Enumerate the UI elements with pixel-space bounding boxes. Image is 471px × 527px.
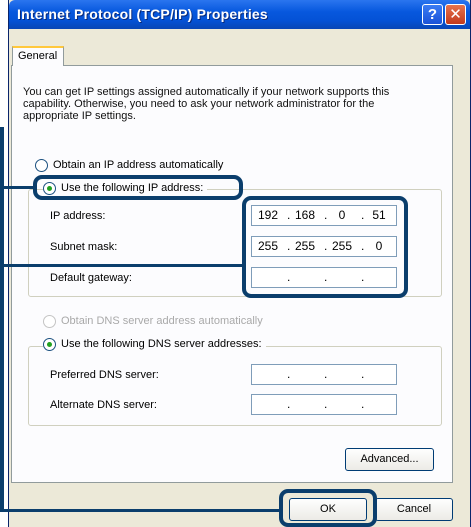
subnet-mask-input[interactable]: 255 . 255 . 255 . 0 xyxy=(251,236,397,257)
help-icon: ? xyxy=(427,6,438,23)
close-button[interactable]: ✕ xyxy=(445,4,466,25)
radio-checked-icon[interactable] xyxy=(43,337,56,351)
ip-address-input[interactable]: 192 . 168 . 0 . 51 xyxy=(251,205,397,226)
callout-line-ok xyxy=(0,509,279,512)
radio-label: Obtain an IP address automatically xyxy=(53,159,224,171)
default-gateway-input[interactable]: . . . xyxy=(251,267,397,288)
help-button[interactable]: ? xyxy=(422,4,443,25)
radio-label: Obtain DNS server address automatically xyxy=(61,315,263,327)
octet: 255 xyxy=(331,239,353,253)
radio-icon[interactable] xyxy=(35,158,48,172)
radio-obtain-ip-auto[interactable]: Obtain an IP address automatically xyxy=(35,157,223,173)
alternate-dns-label: Alternate DNS server: xyxy=(50,399,157,411)
radio-label: Use the following IP address: xyxy=(61,182,204,194)
octet: 0 xyxy=(375,239,383,253)
octet: 168 xyxy=(294,208,316,222)
default-gateway-label: Default gateway: xyxy=(50,272,132,284)
radio-disabled-icon[interactable] xyxy=(43,314,56,328)
octet: 255 xyxy=(257,239,279,253)
radio-checked-icon[interactable] xyxy=(43,181,56,195)
cancel-button[interactable]: Cancel xyxy=(375,498,453,521)
title-bar[interactable]: Internet Protocol (TCP/IP) Properties ? … xyxy=(9,0,470,29)
window-title: Internet Protocol (TCP/IP) Properties xyxy=(17,6,268,22)
alternate-dns-input[interactable]: . . . xyxy=(251,394,397,415)
callout-line-vertical xyxy=(0,127,4,512)
octet: 51 xyxy=(372,208,386,222)
close-icon: ✕ xyxy=(449,6,462,23)
octet: 0 xyxy=(338,208,346,222)
radio-label: Use the following DNS server addresses: xyxy=(61,338,262,350)
ok-button[interactable]: OK xyxy=(289,498,367,521)
ip-address-label: IP address: xyxy=(50,210,106,222)
preferred-dns-input[interactable]: . . . xyxy=(251,364,397,385)
callout-line-ip-radio xyxy=(0,186,34,189)
radio-use-following-dns[interactable]: Use the following DNS server addresses: xyxy=(43,336,266,352)
callout-line-ip-fields xyxy=(0,264,245,267)
octet: 192 xyxy=(257,208,279,222)
description-text: You can get IP settings assigned automat… xyxy=(23,86,390,122)
tab-general[interactable]: General xyxy=(12,46,64,66)
octet: 255 xyxy=(294,239,316,253)
preferred-dns-label: Preferred DNS server: xyxy=(50,369,159,381)
radio-obtain-dns-auto[interactable]: Obtain DNS server address automatically xyxy=(43,313,263,329)
advanced-button[interactable]: Advanced... xyxy=(345,448,434,471)
radio-use-following-ip[interactable]: Use the following IP address: xyxy=(43,180,208,196)
subnet-mask-label: Subnet mask: xyxy=(50,241,118,253)
